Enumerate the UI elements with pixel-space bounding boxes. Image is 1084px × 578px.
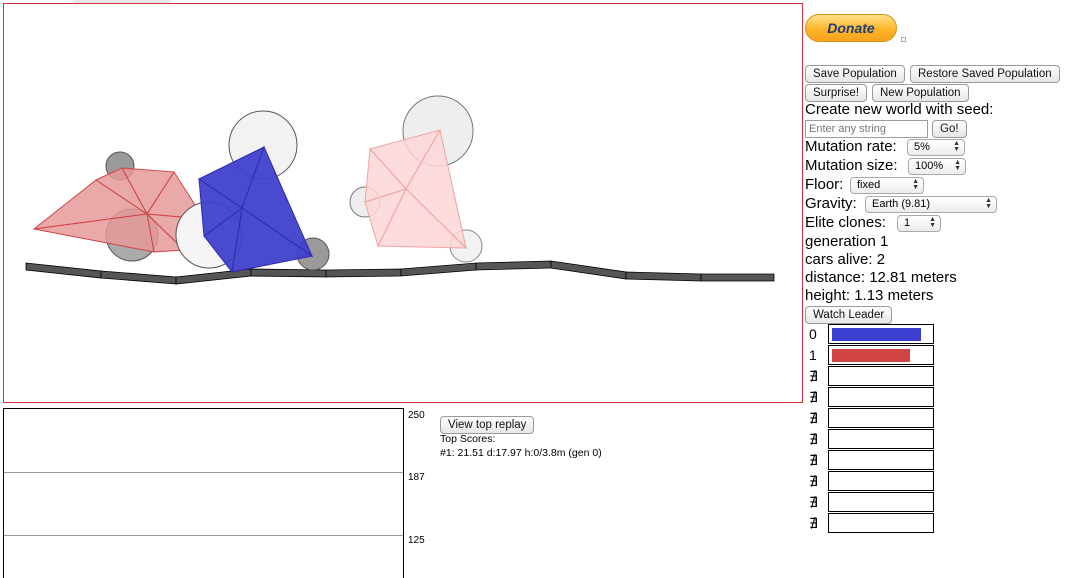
view-top-replay-button[interactable]: View top replay: [440, 416, 535, 434]
floor-value: fixed: [857, 179, 881, 191]
seed-input[interactable]: [805, 120, 928, 138]
floor-track: [25, 260, 775, 285]
fitness-graph: [3, 408, 404, 578]
select-arrows-icon: ▲ ▼: [953, 140, 960, 153]
car-health-bar: [828, 471, 934, 491]
save-population-button[interactable]: Save Population: [805, 65, 905, 83]
car-blue: [175, 110, 330, 274]
mutation-size-value: 100%: [915, 160, 944, 172]
mutation-rate-value: 5%: [914, 141, 930, 153]
graph-tick-label: 125: [408, 535, 425, 546]
car-health-fill: [832, 328, 921, 341]
elite-clones-value: 1: [904, 217, 911, 229]
car-health-fill: [832, 349, 910, 362]
go-button[interactable]: Go!: [932, 120, 967, 138]
car-index-label: ∄: [809, 410, 818, 426]
graph-tick-label: 250: [408, 410, 425, 421]
elite-clones-select[interactable]: 1 ▲ ▼: [897, 215, 941, 232]
distance-text: distance: 12.81 meters: [805, 269, 957, 286]
simulation-canvas: [3, 3, 803, 403]
select-arrows-icon: ▲ ▼: [985, 197, 992, 210]
mutation-rate-select[interactable]: 5% ▲ ▼: [907, 139, 965, 156]
seed-label: Create new world with seed:: [805, 101, 994, 118]
surprise-button[interactable]: Surprise!: [805, 84, 868, 102]
graph-gridline: [4, 472, 403, 473]
mutation-rate-label: Mutation rate:: [805, 138, 897, 155]
car-health-bar: [828, 492, 934, 512]
gravity-select[interactable]: Earth (9.81) ▲ ▼: [865, 196, 997, 213]
graph-gridline: [4, 535, 403, 536]
world-view: [25, 95, 775, 285]
car-health-bar: [828, 429, 934, 449]
car-health-bar: [828, 345, 934, 365]
car-index-label: 1: [809, 347, 817, 363]
car-pink: [349, 95, 483, 263]
car-index-label: 0: [809, 326, 817, 342]
car-health-bar: [828, 324, 934, 344]
graph-tick-label: 187: [408, 472, 425, 483]
car-health-bar: [828, 450, 934, 470]
top-scores-title: Top Scores:: [440, 433, 496, 445]
restore-population-button[interactable]: Restore Saved Population: [910, 65, 1060, 83]
floor-label: Floor:: [805, 176, 844, 193]
car-health-bar: [828, 513, 934, 533]
car-index-label: ∄: [809, 494, 818, 510]
new-population-button[interactable]: New Population: [872, 84, 969, 102]
mutation-size-label: Mutation size:: [805, 157, 898, 174]
car-index-label: ∄: [809, 389, 818, 405]
car-index-label: ∄: [809, 515, 818, 531]
car-index-label: ∄: [809, 473, 818, 489]
floor-select[interactable]: fixed ▲ ▼: [850, 177, 924, 194]
gravity-value: Earth (9.81): [872, 198, 931, 210]
generation-text: generation 1: [805, 233, 889, 250]
pixel-image: [901, 37, 906, 42]
car-index-label: ∄: [809, 368, 818, 384]
top-score-entry: #1: 21.51 d:17.97 h:0/3.8m (gen 0): [440, 447, 602, 459]
height-text: height: 1.13 meters: [805, 287, 934, 304]
select-arrows-icon: ▲ ▼: [929, 216, 936, 229]
car-index-label: ∄: [809, 452, 818, 468]
car-health-bar: [828, 387, 934, 407]
donate-button[interactable]: Donate: [805, 14, 897, 42]
watch-leader-button[interactable]: Watch Leader: [805, 306, 893, 324]
select-arrows-icon: ▲ ▼: [954, 159, 961, 172]
cars-alive-text: cars alive: 2: [805, 251, 886, 268]
elite-clones-label: Elite clones:: [805, 214, 886, 231]
car-health-bar: [828, 408, 934, 428]
select-arrows-icon: ▲ ▼: [912, 178, 919, 191]
gravity-label: Gravity:: [805, 195, 857, 212]
car-health-bar: [828, 366, 934, 386]
car-index-label: ∄: [809, 431, 818, 447]
mutation-size-select[interactable]: 100% ▲ ▼: [908, 158, 966, 175]
